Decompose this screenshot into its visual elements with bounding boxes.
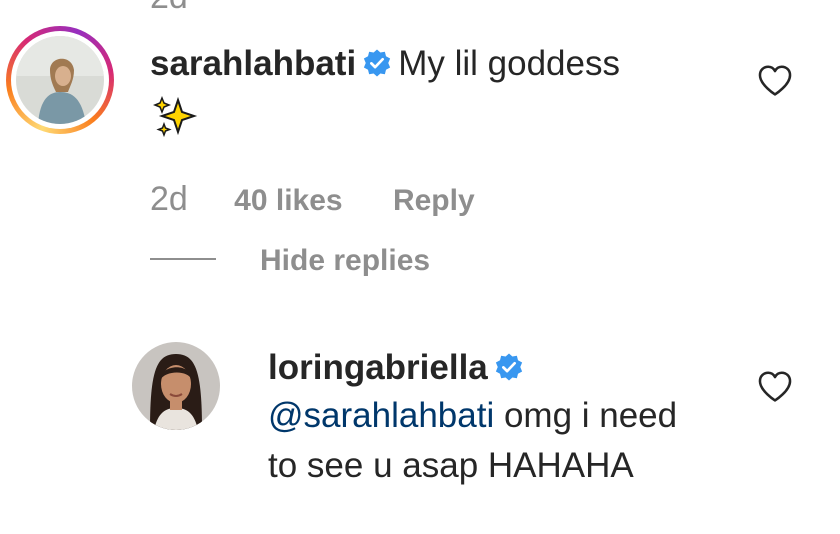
reply-button[interactable]: Reply <box>393 184 475 218</box>
verified-badge-icon <box>495 353 522 381</box>
like-comment-heart-icon[interactable] <box>756 62 794 100</box>
reply-mention-link[interactable]: @sarahlahbati <box>268 396 494 435</box>
reply-text-line-1: @sarahlahbati omg i need <box>268 394 677 438</box>
avatar-loringabriella[interactable] <box>132 342 220 430</box>
reply-text-part1: omg i need <box>494 396 678 435</box>
hide-replies-button[interactable]: Hide replies <box>150 244 430 278</box>
comment-text: My lil goddess <box>398 44 620 83</box>
avatar-sarahlahbati[interactable] <box>16 36 104 124</box>
verified-badge-icon <box>364 49 391 77</box>
reply-text-line-2: to see u asap HAHAHA <box>268 446 634 485</box>
sparkles-emoji <box>152 96 198 138</box>
partial-timestamp: 2d <box>150 0 188 17</box>
hide-replies-divider <box>150 258 216 261</box>
comment-meta-row: 2d 40 likes Reply <box>150 180 475 219</box>
comment-thread: 2d sarahlahbati My lil goddess 2d 40 lik <box>0 0 840 534</box>
like-reply-heart-icon[interactable] <box>756 368 794 406</box>
reply-header-line: loringabriella <box>268 346 530 390</box>
hide-replies-label: Hide replies <box>260 244 431 277</box>
comment-username[interactable]: sarahlahbati <box>150 44 356 83</box>
comment-timestamp[interactable]: 2d <box>150 180 188 219</box>
comment-text-line: sarahlahbati My lil goddess <box>150 42 620 86</box>
reply-username[interactable]: loringabriella <box>268 348 488 387</box>
comment-likes-count[interactable]: 40 likes <box>234 184 342 218</box>
